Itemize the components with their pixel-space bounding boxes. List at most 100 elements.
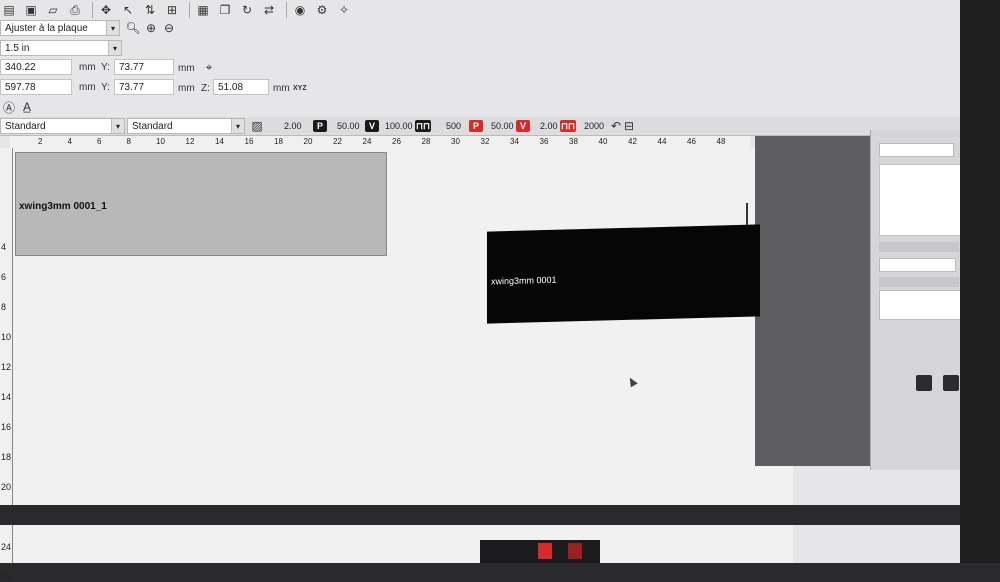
font-icon[interactable]: Ⓐ xyxy=(0,99,18,115)
print-icon[interactable]: ⎙ xyxy=(66,2,84,18)
panel-checkbox-row[interactable] xyxy=(879,277,959,287)
frequency2-value[interactable]: 2000 xyxy=(584,121,604,131)
eye-icon[interactable]: ◉ xyxy=(291,2,309,18)
x-position-field[interactable]: 340.22 xyxy=(0,59,72,75)
pdf-app-icon[interactable] xyxy=(538,543,552,559)
import-icon[interactable]: ⊞ xyxy=(163,2,181,18)
velocity-badge: V xyxy=(365,120,379,132)
ruler-tick-label: 14 xyxy=(1,392,12,402)
os-taskbar xyxy=(480,540,600,563)
mode-value: Standard xyxy=(132,120,173,132)
mode-select[interactable]: Standard ▾ xyxy=(127,118,245,134)
height-value: 73.77 xyxy=(119,81,145,93)
ruler-tick-label: 20 xyxy=(303,137,313,146)
zoom-icon[interactable]: 🔍︎ xyxy=(124,20,142,36)
xyz-label: XYZ xyxy=(293,85,307,92)
z-field[interactable]: 51.08 xyxy=(213,79,269,95)
ruler-tick-label: 8 xyxy=(1,302,7,312)
size-value: 1.5 in xyxy=(5,42,30,54)
magic-icon[interactable]: ✧ xyxy=(335,2,353,18)
panel-tabs[interactable] xyxy=(879,242,959,252)
laser-app-window: ▤ ▣ ▱ ⎙ ✥ ↖ ⇅ ⊞ ▦ ❐ ↻ ⇄ ◉ ⚙ ✧ Ajuster à … xyxy=(0,0,1000,582)
select-icon[interactable]: ↖ xyxy=(119,2,137,18)
ruler-tick-label: 18 xyxy=(274,137,283,146)
ruler-tick-label: 46 xyxy=(687,137,696,146)
align-icon[interactable]: ⇅ xyxy=(141,2,159,18)
text-style-icon[interactable]: A̲ xyxy=(18,99,36,115)
ruler-tick-label: 4 xyxy=(67,137,72,146)
stop-button[interactable] xyxy=(943,375,959,391)
panel-select[interactable] xyxy=(879,143,954,157)
size-select[interactable]: 1.5 in ▾ xyxy=(0,40,122,56)
panel-notes[interactable] xyxy=(879,290,961,320)
status-bar xyxy=(0,505,1000,525)
group-icon[interactable]: ❐ xyxy=(216,2,234,18)
text-object-1[interactable]: xwing3mm 0001_1 xyxy=(15,152,387,256)
height-field[interactable]: 73.77 xyxy=(114,79,174,95)
lock-icon[interactable]: ⊟ xyxy=(620,118,638,134)
velocity2-value[interactable]: 2.00 xyxy=(540,121,558,131)
play-button[interactable] xyxy=(916,375,932,391)
ruler-tick-label: 34 xyxy=(510,137,519,146)
ruler-tick-label: 24 xyxy=(362,137,372,146)
fit-to-plate-label: Ajuster à la plaque xyxy=(5,22,88,34)
move-icon[interactable]: ✥ xyxy=(97,2,115,18)
ruler-tick-label: 6 xyxy=(1,272,7,282)
mirror-icon[interactable]: ⇄ xyxy=(260,2,278,18)
ruler-tick-label: 26 xyxy=(392,137,401,146)
chevron-down-icon: ▾ xyxy=(111,119,124,133)
ruler-tick-label: 6 xyxy=(97,137,102,146)
app-icon[interactable] xyxy=(568,543,582,559)
ruler-tick-label: 32 xyxy=(480,137,490,146)
x-unit: mm xyxy=(79,62,96,73)
open-icon[interactable]: ▱ xyxy=(44,2,62,18)
x-position-value: 340.22 xyxy=(5,61,36,73)
new-file-icon[interactable]: ▤ xyxy=(0,2,18,18)
zoom-in-icon[interactable]: ⊕ xyxy=(142,20,160,36)
height-unit: mm xyxy=(178,83,195,94)
fit-to-plate-select[interactable]: Ajuster à la plaque ▾ xyxy=(0,20,120,36)
vertical-ruler: 468101214161820222426 xyxy=(0,148,13,582)
power-value[interactable]: 50.00 xyxy=(337,121,360,131)
layer-icon[interactable]: ▦ xyxy=(194,2,212,18)
panel-field[interactable] xyxy=(879,258,956,272)
ruler-tick-label: 24 xyxy=(1,542,12,552)
velocity-value[interactable]: 100.00 xyxy=(385,121,413,131)
save-icon[interactable]: ▣ xyxy=(22,2,40,18)
gear-icon[interactable]: ⚙ xyxy=(313,2,331,18)
y-label: Y: xyxy=(101,62,110,73)
z-label: Z: xyxy=(201,83,210,94)
width-unit: mm xyxy=(79,82,96,93)
ruler-tick-label: 36 xyxy=(539,137,549,146)
laser-parameters-bar: Standard ▾ Standard ▾ ▨ 2.00 P 50.00 V 1… xyxy=(0,117,1000,136)
ruler-tick-label: 26 xyxy=(1,572,12,582)
anchor-icon[interactable]: ⌖ xyxy=(200,59,218,75)
text-object-2[interactable]: xwing3mm 0001 xyxy=(487,224,760,324)
ruler-tick-label: 14 xyxy=(215,137,224,146)
toolbar-divider xyxy=(286,2,287,18)
ruler-tick-label: 12 xyxy=(185,137,195,146)
rotate-icon[interactable]: ↻ xyxy=(238,2,256,18)
zoom-out-icon[interactable]: ⊖ xyxy=(160,20,178,36)
frequency-icon: ⊓⊓ xyxy=(415,120,431,132)
ruler-tick-label: 48 xyxy=(716,137,726,146)
width-field[interactable]: 597.78 xyxy=(0,79,72,95)
ruler-tick-label: 38 xyxy=(569,137,578,146)
material-select[interactable]: Standard ▾ xyxy=(0,118,125,134)
frequency2-icon: ⊓⊓ xyxy=(560,120,576,132)
properties-panel xyxy=(870,130,986,470)
monitor-bezel xyxy=(960,0,1000,563)
hatch-icon[interactable]: ▨ xyxy=(248,118,266,134)
power2-value[interactable]: 50.00 xyxy=(491,121,514,131)
power-badge: P xyxy=(313,120,327,132)
z-unit: mm xyxy=(273,83,290,94)
crosshair-cursor-icon xyxy=(746,203,748,225)
hatch-value[interactable]: 2.00 xyxy=(284,121,302,131)
frequency-value[interactable]: 500 xyxy=(446,121,461,131)
y-position-field[interactable]: 73.77 xyxy=(114,59,174,75)
ruler-tick-label: 10 xyxy=(1,332,12,342)
panel-list[interactable] xyxy=(879,164,961,236)
ruler-tick-label: 4 xyxy=(1,242,7,252)
ruler-tick-label: 2 xyxy=(38,137,43,146)
text-object-1-label: xwing3mm 0001_1 xyxy=(19,201,107,212)
